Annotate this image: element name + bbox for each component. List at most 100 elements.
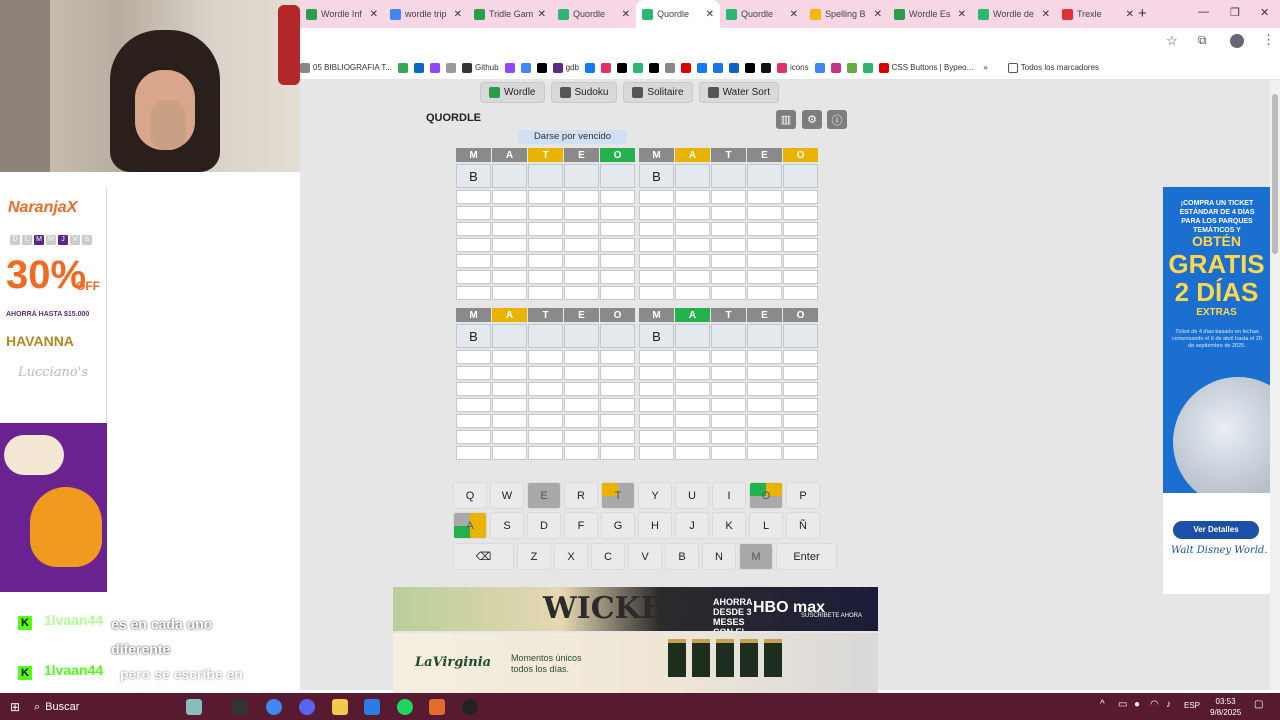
address-bar[interactable]: ☆ ⧉ ⋮ bbox=[300, 28, 1280, 56]
bookmark-item[interactable] bbox=[728, 62, 739, 73]
key-w[interactable]: W bbox=[490, 482, 524, 509]
extensions-icon[interactable]: ⧉ bbox=[1198, 33, 1207, 48]
bookmark-item[interactable] bbox=[600, 62, 611, 73]
key-b[interactable]: B bbox=[665, 543, 699, 570]
tab-close-icon[interactable]: ✕ bbox=[1042, 9, 1050, 20]
tab-3[interactable]: Quordle ✕ bbox=[552, 0, 636, 28]
key-l[interactable]: L bbox=[749, 512, 783, 539]
tab-close-icon[interactable]: ✕ bbox=[958, 9, 966, 20]
tab-close-icon[interactable]: ✕ bbox=[622, 9, 630, 20]
tab-close-icon[interactable]: ✕ bbox=[790, 9, 798, 20]
key-q[interactable]: Q bbox=[453, 482, 487, 509]
tab-close-icon[interactable]: ✕ bbox=[874, 9, 882, 20]
key-k[interactable]: K bbox=[712, 512, 746, 539]
key-j[interactable]: J bbox=[675, 512, 709, 539]
bookmark-item[interactable] bbox=[760, 62, 771, 73]
right-ad[interactable]: ¡COMPRA UN TICKET ESTÁNDAR DE 4 DÍAS PAR… bbox=[1163, 187, 1270, 594]
key-i[interactable]: I bbox=[712, 482, 746, 509]
key-t[interactable]: T bbox=[601, 482, 635, 509]
bookmarks-overflow-button[interactable]: » bbox=[983, 63, 987, 72]
bookmark-item[interactable] bbox=[446, 62, 456, 73]
bottom-ad-wicked[interactable]: WICKED AHORRA DESDE 3 MESES CON EL PLAN … bbox=[393, 587, 878, 631]
tab-5[interactable]: Quordle ✕ bbox=[720, 0, 804, 28]
clock[interactable]: 03:53 9/8/2025 bbox=[1210, 696, 1241, 718]
nav-water-sort-button[interactable]: Water Sort bbox=[698, 82, 779, 103]
key-n[interactable]: N bbox=[702, 543, 736, 570]
ad-details-button[interactable]: Ver Detalles bbox=[1173, 521, 1259, 539]
nav-solitaire-button[interactable]: Solitaire bbox=[623, 82, 693, 103]
windows-start-icon[interactable]: ⊞ bbox=[10, 700, 20, 714]
key-g[interactable]: G bbox=[601, 512, 635, 539]
scrollbar-thumb[interactable] bbox=[1272, 94, 1278, 254]
tab-close-icon[interactable]: ✕ bbox=[370, 9, 378, 20]
bookmark-item[interactable] bbox=[664, 62, 675, 73]
bookmark-item[interactable] bbox=[632, 62, 643, 73]
page-scrollbar[interactable] bbox=[1270, 80, 1280, 690]
tab-close-icon[interactable]: ✕ bbox=[1126, 9, 1134, 20]
all-bookmarks-button[interactable]: Todos los marcadores bbox=[1007, 62, 1099, 73]
volume-icon[interactable]: ♪ bbox=[1166, 699, 1171, 710]
tab-close-icon[interactable]: ✕ bbox=[706, 9, 714, 20]
bookmark-star-icon[interactable]: ☆ bbox=[1166, 33, 1178, 49]
chrome-icon[interactable] bbox=[266, 699, 282, 715]
tab-close-icon[interactable]: ✕ bbox=[538, 9, 546, 20]
tab-8[interactable]: Wordle de ✕ bbox=[972, 0, 1056, 28]
key-h[interactable]: H bbox=[638, 512, 672, 539]
spotify-icon[interactable] bbox=[397, 699, 413, 715]
tab-4[interactable]: Quordle ✕ bbox=[636, 0, 720, 28]
notifications-icon[interactable]: ▢ bbox=[1254, 699, 1263, 710]
bookmark-item[interactable] bbox=[504, 62, 515, 73]
maximize-icon[interactable]: ❐ bbox=[1230, 6, 1240, 19]
key-v[interactable]: V bbox=[628, 543, 662, 570]
key-ñ[interactable]: Ñ bbox=[786, 512, 820, 539]
bookmark-item[interactable] bbox=[536, 62, 547, 73]
enter-key[interactable]: Enter bbox=[776, 543, 837, 570]
wifi-icon[interactable]: ◠ bbox=[1150, 699, 1159, 710]
obs-icon[interactable] bbox=[462, 699, 478, 715]
nav-wordle-button[interactable]: Wordle bbox=[480, 82, 545, 103]
bookmark-item[interactable] bbox=[648, 62, 659, 73]
info-icon[interactable]: ⓘ bbox=[827, 110, 847, 129]
tab-0[interactable]: Wordle Inf ✕ bbox=[300, 0, 384, 28]
settings-icon[interactable]: ⚙ bbox=[802, 110, 822, 129]
bookmark-item[interactable]: gdb bbox=[552, 62, 579, 73]
taskbar-search[interactable]: ⌕ Buscar bbox=[34, 697, 79, 717]
bookmark-item[interactable] bbox=[696, 62, 707, 73]
key-x[interactable]: X bbox=[554, 543, 588, 570]
discord-icon[interactable] bbox=[299, 699, 315, 715]
language-indicator[interactable]: ESP bbox=[1184, 701, 1200, 710]
bookmark-item[interactable] bbox=[616, 62, 627, 73]
minimize-icon[interactable]: — bbox=[1198, 6, 1209, 18]
tab-close-icon[interactable]: ✕ bbox=[454, 9, 462, 20]
key-u[interactable]: U bbox=[675, 482, 709, 509]
bookmark-item[interactable] bbox=[830, 62, 841, 73]
key-f[interactable]: F bbox=[564, 512, 598, 539]
bookmark-item[interactable] bbox=[520, 62, 531, 73]
key-y[interactable]: Y bbox=[638, 482, 672, 509]
left-ad[interactable]: NaranjaX DLMMJVS 30% OFF AHORRÁ HASTA $1… bbox=[0, 187, 107, 592]
tab-2[interactable]: Tridle Gam ✕ bbox=[468, 0, 552, 28]
close-window-icon[interactable]: ✕ bbox=[1260, 6, 1269, 19]
bookmark-item[interactable] bbox=[414, 62, 424, 73]
task-view-icon[interactable] bbox=[232, 699, 248, 715]
vscode-icon[interactable] bbox=[364, 699, 380, 715]
key-e[interactable]: E bbox=[527, 482, 561, 509]
bookmark-item[interactable] bbox=[862, 62, 873, 73]
mic-icon[interactable]: ● bbox=[1134, 699, 1140, 710]
bookmark-item[interactable] bbox=[680, 62, 691, 73]
ad-subscribe[interactable]: SUSCRÍBETE AHORA bbox=[801, 613, 862, 619]
key-r[interactable]: R bbox=[564, 482, 598, 509]
bottom-ad-lavirginia[interactable]: LaVirginia Momentos únicos todos los día… bbox=[393, 633, 878, 693]
menu-icon[interactable]: ⋮ bbox=[1262, 32, 1275, 48]
network-icon[interactable]: ▭ bbox=[1118, 699, 1127, 710]
widget-icon[interactable] bbox=[186, 699, 202, 715]
key-o[interactable]: O bbox=[749, 482, 783, 509]
tab-6[interactable]: Spelling B ✕ bbox=[804, 0, 888, 28]
bookmark-item[interactable] bbox=[712, 62, 723, 73]
key-m[interactable]: M bbox=[739, 543, 773, 570]
backspace-key[interactable]: ⌫ bbox=[453, 543, 514, 570]
bookmark-item[interactable]: Github bbox=[462, 62, 499, 73]
give-up-button[interactable]: Darse por vencido bbox=[518, 130, 627, 144]
bookmark-item[interactable] bbox=[846, 62, 857, 73]
tray-chevron-icon[interactable]: ^ bbox=[1100, 699, 1105, 710]
